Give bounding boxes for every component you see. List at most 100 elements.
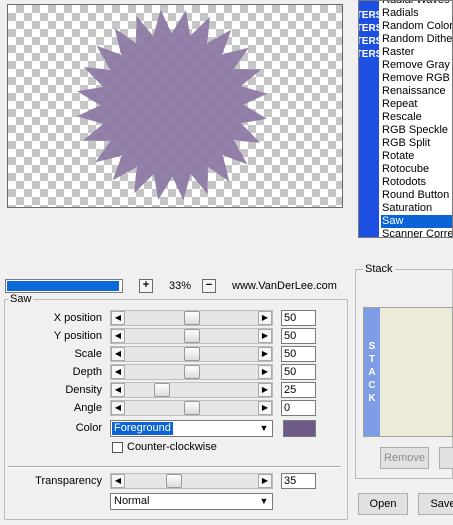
counter-clockwise-checkbox[interactable]: [112, 442, 123, 453]
scale-value-field[interactable]: 50: [281, 346, 316, 362]
counter-clockwise-label[interactable]: Counter-clockwise: [127, 440, 217, 454]
filter-list-item[interactable]: Rotocube: [381, 163, 452, 176]
filter-side-tab-letter: TERS: [358, 23, 383, 34]
color-select-value: Foreground: [112, 422, 173, 435]
left-arrow-icon[interactable]: ◀: [111, 365, 125, 379]
save-button[interactable]: Save: [418, 493, 453, 515]
blend-mode-value: Normal: [114, 495, 150, 507]
filter-list-item[interactable]: Random Colors: [381, 20, 452, 33]
right-arrow-icon[interactable]: ▶: [258, 401, 272, 415]
transparency-slider[interactable]: ◀ ▶: [110, 473, 273, 489]
stack-side-tab-letter: S: [368, 340, 376, 352]
right-arrow-icon[interactable]: ▶: [258, 365, 272, 379]
filter-list-item[interactable]: Repeat: [381, 98, 452, 111]
filter-list-item[interactable]: Round Button: [381, 189, 452, 202]
zoom-out-button[interactable]: −: [202, 279, 216, 293]
filter-list[interactable]: TERS TERS TERS TERS Radial Waves Radials Rand…: [358, 0, 453, 238]
filter-side-tab-letter: TERS: [358, 36, 383, 47]
stack-group-title: Stack: [363, 263, 395, 275]
filter-side-tab-letter: TERS: [358, 10, 383, 21]
y-position-value-field[interactable]: 50: [281, 328, 316, 344]
remove-button[interactable]: Remove: [380, 447, 429, 469]
left-arrow-icon[interactable]: ◀: [111, 329, 125, 343]
blend-mode-select[interactable]: Normal ▼: [110, 493, 273, 510]
transparency-slider-track[interactable]: [125, 474, 258, 488]
chevron-down-icon[interactable]: ▼: [257, 495, 271, 508]
scale-slider-thumb[interactable]: [184, 347, 200, 361]
filter-list-item[interactable]: Scanner Corre: [381, 228, 452, 237]
right-arrow-icon[interactable]: ▶: [258, 383, 272, 397]
filter-list-item[interactable]: Remove Gray: [381, 59, 452, 72]
color-swatch[interactable]: [283, 420, 316, 437]
left-arrow-icon[interactable]: ◀: [111, 401, 125, 415]
y-position-slider[interactable]: ◀ ▶: [110, 328, 273, 344]
x-position-value-field[interactable]: 50: [281, 310, 316, 326]
stack-side-tab: STACK: [364, 308, 380, 436]
filter-list-item[interactable]: Raster: [381, 46, 452, 59]
transparency-slider-thumb[interactable]: [166, 474, 182, 488]
filter-list-item[interactable]: Remove RGB: [381, 72, 452, 85]
filter-list-items: Radial Waves Radials Random Colors Random D…: [381, 1, 452, 237]
zoom-progress-bar: [5, 279, 123, 293]
filter-list-item[interactable]: Radials: [381, 7, 452, 20]
transparency-value-field[interactable]: 35: [281, 473, 316, 489]
right-arrow-icon[interactable]: ▶: [258, 474, 272, 488]
zoom-progress-fill: [7, 281, 119, 291]
left-arrow-icon[interactable]: ◀: [111, 347, 125, 361]
left-arrow-icon[interactable]: ◀: [111, 474, 125, 488]
angle-value-field[interactable]: 0: [281, 400, 316, 416]
filter-list-item[interactable]: Rotate: [381, 150, 452, 163]
density-label: Density: [65, 384, 102, 396]
filter-list-item[interactable]: Renaissance: [381, 85, 452, 98]
filter-side-tab-letter: TERS: [358, 49, 383, 60]
filter-list-item[interactable]: Saw: [381, 215, 452, 228]
open-button[interactable]: Open: [358, 493, 408, 515]
zoom-in-button[interactable]: +: [139, 279, 153, 293]
website-link[interactable]: www.VanDerLee.com: [232, 279, 337, 293]
stack-side-tab-letter: T: [368, 353, 376, 365]
stack-list[interactable]: STACK: [363, 307, 453, 437]
saw-starburst-shape: [76, 9, 268, 201]
angle-label: Angle: [73, 402, 102, 414]
filter-list-item[interactable]: Radial Waves: [381, 1, 452, 7]
stack-side-tab-letter: K: [368, 392, 376, 404]
filter-list-item[interactable]: Rotodots: [381, 176, 452, 189]
y-position-label: Y position: [53, 330, 102, 342]
x-position-slider-thumb[interactable]: [184, 311, 200, 325]
filter-list-item[interactable]: Rescale: [381, 111, 452, 124]
stack-side-tab-letter: A: [368, 366, 376, 378]
density-slider-thumb[interactable]: [154, 383, 170, 397]
preview-canvas[interactable]: [7, 4, 343, 208]
stack-side-tab-letter: C: [368, 379, 376, 391]
saw-shape-preview: [76, 9, 268, 201]
density-slider[interactable]: ◀ ▶: [110, 382, 273, 398]
x-position-slider[interactable]: ◀ ▶: [110, 310, 273, 326]
right-arrow-icon[interactable]: ▶: [258, 311, 272, 325]
filter-list-item[interactable]: Random Dither: [381, 33, 452, 46]
color-select[interactable]: Foreground ▼: [110, 420, 273, 437]
filter-list-item[interactable]: RGB Speckle: [381, 124, 452, 137]
left-arrow-icon[interactable]: ◀: [111, 311, 125, 325]
filter-list-item[interactable]: RGB Split: [381, 137, 452, 150]
filter-list-side-tab: TERS TERS TERS TERS: [358, 1, 383, 237]
filter-list-item[interactable]: Saturation: [381, 202, 452, 215]
transparency-label: Transparency: [35, 475, 102, 487]
y-position-slider-thumb[interactable]: [184, 329, 200, 343]
divider: [8, 466, 341, 468]
angle-slider[interactable]: ◀ ▶: [110, 400, 273, 416]
depth-slider[interactable]: ◀ ▶: [110, 364, 273, 380]
scale-label: Scale: [74, 348, 102, 360]
stack-secondary-button[interactable]: [439, 447, 453, 469]
angle-slider-thumb[interactable]: [184, 401, 200, 415]
depth-slider-thumb[interactable]: [184, 365, 200, 379]
right-arrow-icon[interactable]: ▶: [258, 347, 272, 361]
chevron-down-icon[interactable]: ▼: [257, 422, 271, 435]
depth-value-field[interactable]: 50: [281, 364, 316, 380]
density-value-field[interactable]: 25: [281, 382, 316, 398]
left-arrow-icon[interactable]: ◀: [111, 383, 125, 397]
x-position-label: X position: [53, 312, 102, 324]
density-slider-track[interactable]: [125, 383, 258, 397]
scale-slider[interactable]: ◀ ▶: [110, 346, 273, 362]
color-label: Color: [75, 422, 102, 434]
right-arrow-icon[interactable]: ▶: [258, 329, 272, 343]
